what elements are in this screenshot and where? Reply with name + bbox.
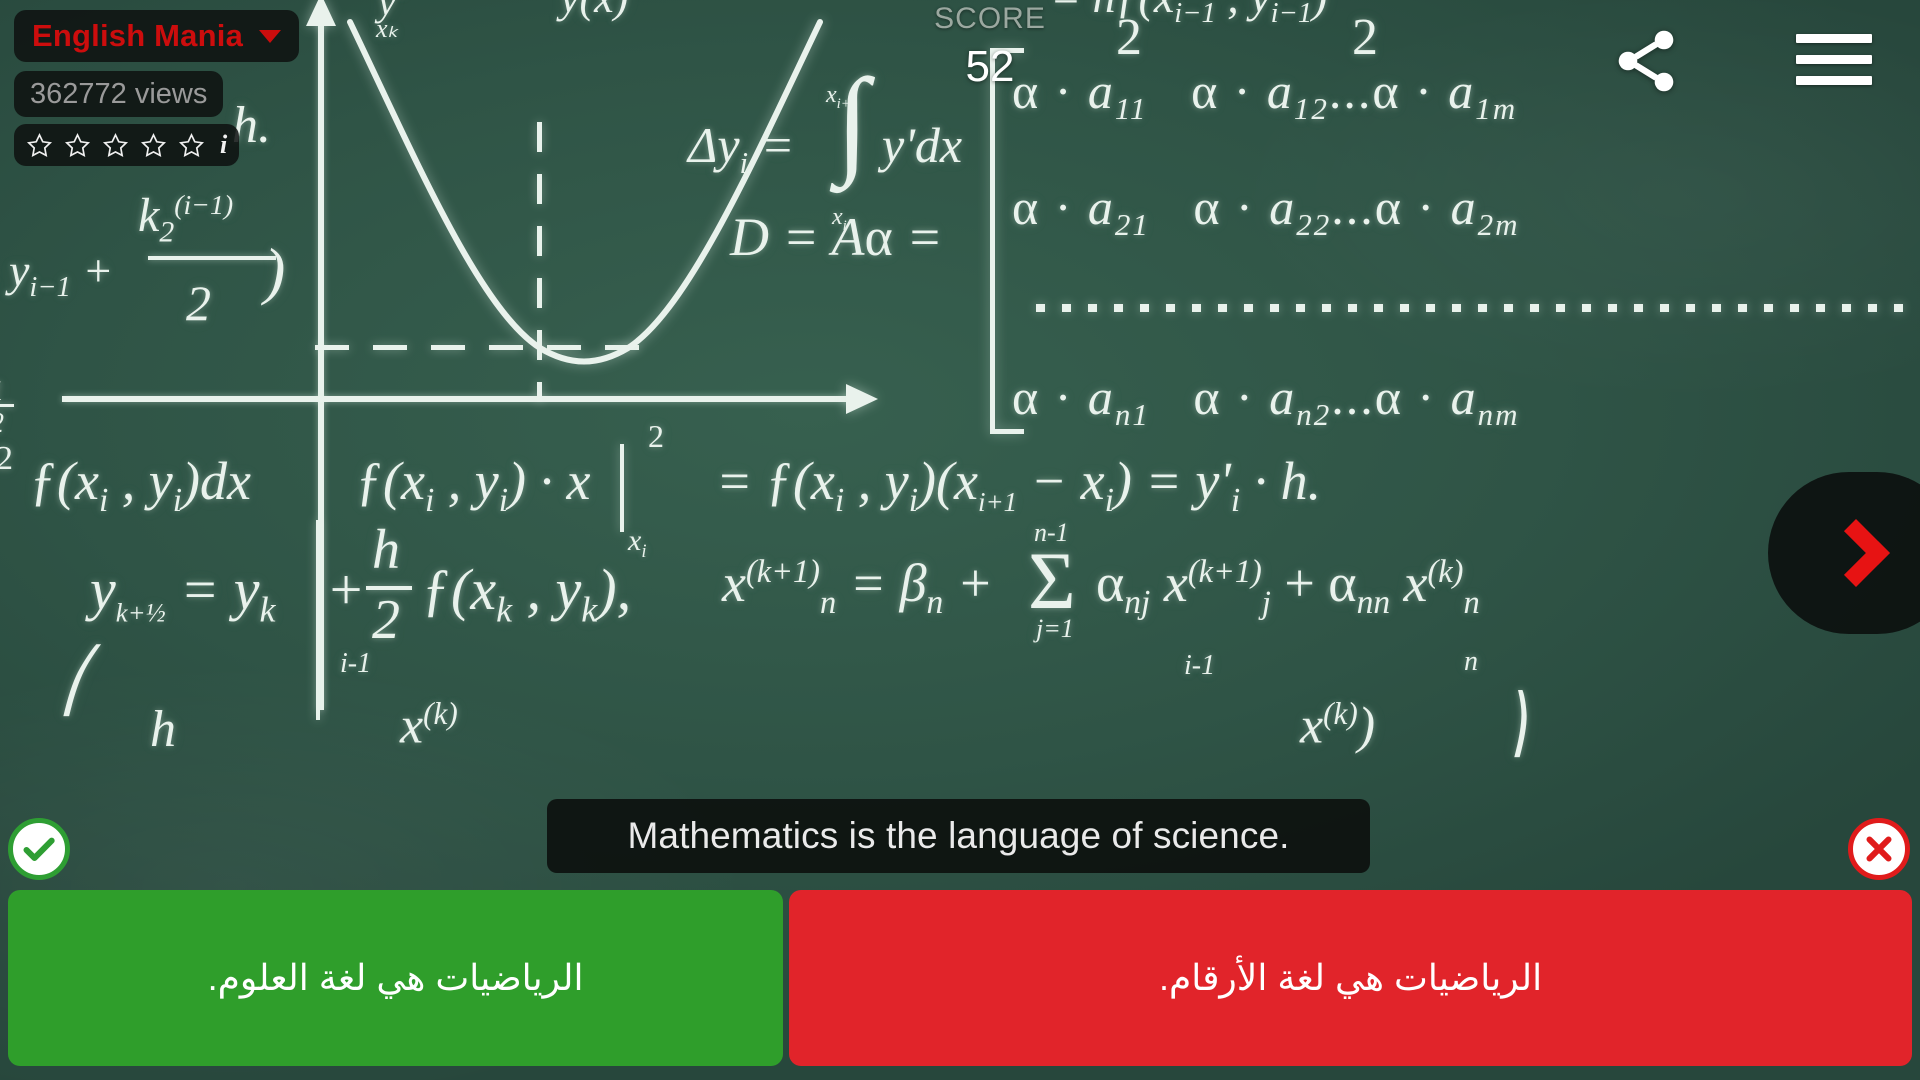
answer-option-correct[interactable]: الرياضيات هي لغة العلوم.	[8, 890, 783, 1066]
chalk-formula: αnj x(k+1)j + αnn x(k)n	[1096, 553, 1480, 621]
chalk-formula: ƒ(xi , yi)dx	[30, 451, 251, 519]
x-axis	[62, 396, 862, 402]
star-icon-4[interactable]	[140, 132, 167, 159]
hamburger-menu-button[interactable]	[1790, 22, 1878, 96]
views-counter: 362772 views	[14, 71, 224, 117]
divider-line	[316, 520, 320, 720]
chalk-formula: 2	[186, 275, 211, 331]
chalk-exponent: 2	[648, 418, 664, 454]
matrix-row-2: α · a21 α · a22...α · a2m	[1012, 179, 1520, 242]
chalk-exponent: 2	[1116, 9, 1142, 66]
views-label: 362772 views	[30, 77, 208, 110]
chalk-formula: y'dx	[882, 117, 963, 173]
chalk-exponent: 2	[0, 440, 13, 477]
chalk-formula: ⎞	[1500, 694, 1528, 756]
star-icon-3[interactable]	[102, 132, 129, 159]
chalk-formula: k2(i−1)	[138, 189, 234, 249]
chalk-formula: h	[372, 519, 400, 581]
star-icon-2[interactable]	[64, 132, 91, 159]
answer-label: الرياضيات هي لغة الأرقام.	[1158, 957, 1543, 998]
matrix-ellipsis-row	[1036, 304, 1916, 312]
chalk-formula: j=1	[1036, 614, 1074, 643]
chalk-formula: = hƒ(xi−1 , yi−1)	[1050, 0, 1327, 30]
chalk-formula: x(k)	[400, 696, 458, 755]
x-icon	[1866, 836, 1892, 862]
fraction-bar	[148, 256, 276, 260]
app-screen: y' xₖ y(x) = hƒ(xi−1 , yi−1) h. k2(i−1) …	[0, 0, 1920, 1080]
chalk-formula: Δyi =	[688, 117, 795, 180]
chalk-formula: yk+½ = yk	[90, 557, 276, 630]
share-icon	[1618, 30, 1674, 92]
menu-line-2	[1796, 54, 1872, 64]
menu-line-3	[1796, 75, 1872, 85]
integral-sign: ∫	[836, 54, 869, 187]
chalk-formula: n	[1464, 646, 1478, 677]
score-display: SCORE 52	[900, 2, 1080, 92]
score-label: SCORE	[934, 2, 1046, 35]
chalk-formula: , yi−1 +	[0, 245, 114, 304]
chalk-formula: i-1	[340, 648, 372, 679]
share-button[interactable]	[1598, 18, 1694, 104]
answer-label: الرياضيات هي لغة العلوم.	[207, 957, 584, 998]
next-button[interactable]	[1768, 472, 1920, 634]
chalk-formula: )	[264, 235, 286, 306]
chalk-formula: +	[326, 557, 366, 622]
matrix-row-1: α · a11 α · a12...α · a1m	[1012, 63, 1518, 126]
wrong-indicator	[1848, 818, 1910, 880]
channel-name-label: English Mania	[32, 18, 244, 53]
chalk-exponent: 2	[1352, 9, 1378, 66]
chevron-down-icon	[259, 29, 282, 43]
star-icon-1[interactable]	[26, 132, 53, 159]
subtitle-text: Mathematics is the language of science.	[627, 815, 1290, 856]
star-icon-5[interactable]	[178, 132, 205, 159]
chalk-formula: = ƒ(xi , yi)(xi+1 − xi) = y'i · h.	[716, 451, 1322, 519]
score-value: 52	[965, 42, 1015, 91]
chevron-right-icon	[1822, 519, 1890, 587]
chalk-formula: ƒ(xi , yi) · x	[356, 451, 591, 519]
info-icon[interactable]: i	[220, 130, 227, 160]
chalk-formula: ƒ(xk , yk),	[422, 557, 632, 630]
check-icon	[23, 837, 55, 861]
channel-selector[interactable]: English Mania	[14, 10, 300, 62]
matrix-row-n: α · an1 α · an2...α · anm	[1012, 369, 1520, 432]
evaluation-bar	[620, 444, 624, 532]
menu-line-1	[1796, 33, 1872, 43]
chalk-formula: 2	[0, 408, 4, 440]
subtitle-bar: Mathematics is the language of science.	[547, 799, 1370, 873]
rating-widget[interactable]: i	[14, 124, 240, 166]
correct-indicator	[8, 818, 70, 880]
chalk-formula: i-1	[1184, 650, 1216, 681]
chalk-formula: 2	[372, 589, 400, 651]
parabola-curve	[347, 19, 823, 365]
chalk-formula: n-1	[1034, 518, 1069, 547]
chalk-formula: x(k+1)n = βn +	[722, 553, 994, 621]
chalk-formula: ⎛	[62, 648, 92, 714]
fraction-bar	[0, 404, 14, 407]
chalk-formula: D = Aα =	[730, 207, 943, 267]
answer-option-wrong[interactable]: الرياضيات هي لغة الأرقام.	[789, 890, 1912, 1066]
chalk-formula: x(k))	[1300, 696, 1376, 755]
chalk-formula: h	[150, 701, 176, 758]
